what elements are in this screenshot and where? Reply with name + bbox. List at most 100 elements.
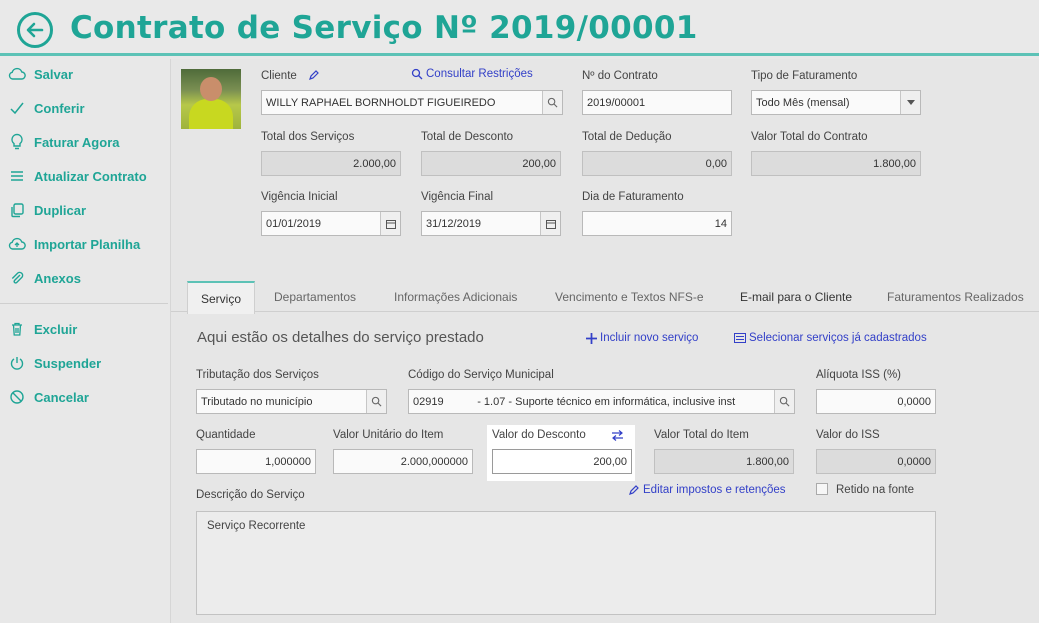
sidebar-item-label: Duplicar xyxy=(34,202,87,218)
sidebar-item-label: Conferir xyxy=(34,100,85,116)
dia-faturamento-label: Dia de Faturamento xyxy=(582,191,684,203)
tipo-faturamento-select[interactable]: Todo Mês (mensal) xyxy=(751,90,921,115)
sidebar-item-duplicar[interactable]: Duplicar xyxy=(0,197,168,223)
valor-iss-field: 0,0000 xyxy=(816,449,936,474)
tipo-faturamento-label: Tipo de Faturamento xyxy=(751,70,858,82)
cloud-upload-icon xyxy=(0,236,34,252)
power-icon xyxy=(0,355,34,371)
search-icon[interactable] xyxy=(774,390,794,413)
back-button[interactable] xyxy=(17,12,53,48)
tributacao-label: Tributação dos Serviços xyxy=(196,369,319,381)
trash-icon xyxy=(0,321,34,337)
tributacao-field[interactable]: Tributado no município xyxy=(196,389,387,414)
swap-icon[interactable] xyxy=(611,428,624,446)
section-title: Aqui estão os detalhes do serviço presta… xyxy=(197,329,484,346)
quantidade-label: Quantidade xyxy=(196,429,256,441)
total-desconto-label: Total de Desconto xyxy=(421,131,514,143)
dia-faturamento-field[interactable]: 14 xyxy=(582,211,732,236)
retido-fonte-checkbox[interactable] xyxy=(816,483,828,495)
incluir-servico-link[interactable]: Incluir novo serviço xyxy=(586,332,698,344)
tab-email-cliente[interactable]: E-mail para o Cliente xyxy=(740,281,852,312)
valor-unitario-label: Valor Unitário do Item xyxy=(333,429,444,441)
sidebar-item-label: Atualizar Contrato xyxy=(34,168,147,184)
check-icon xyxy=(0,101,34,115)
editar-impostos-link[interactable]: Editar impostos e retenções xyxy=(628,484,786,496)
total-deducao-label: Total de Dedução xyxy=(582,131,672,143)
tab-informacoes-adicionais[interactable]: Informações Adicionais xyxy=(394,281,517,312)
list-icon xyxy=(734,333,746,343)
sidebar-item-label: Importar Planilha xyxy=(34,236,141,252)
sidebar: Salvar Conferir Faturar Agora Atualizar … xyxy=(0,59,168,623)
paperclip-icon xyxy=(0,270,34,286)
tab-servico[interactable]: Serviço xyxy=(187,281,256,314)
total-deducao-field: 0,00 xyxy=(582,151,732,176)
valor-unitario-field[interactable]: 2.000,000000 xyxy=(333,449,473,474)
valor-total-contrato-label: Valor Total do Contrato xyxy=(751,131,868,143)
valor-total-item-field: 1.800,00 xyxy=(654,449,794,474)
avatar xyxy=(181,69,241,129)
sidebar-item-anexos[interactable]: Anexos xyxy=(0,265,168,291)
quantidade-field[interactable]: 1,000000 xyxy=(196,449,316,474)
codigo-servico-label: Código do Serviço Municipal xyxy=(408,369,554,381)
sidebar-item-atualizar-contrato[interactable]: Atualizar Contrato xyxy=(0,163,168,189)
aliquota-field[interactable]: 0,0000 xyxy=(816,389,936,414)
copy-icon xyxy=(0,202,34,218)
cliente-label: Cliente xyxy=(261,70,297,82)
sidebar-item-cancelar[interactable]: Cancelar xyxy=(0,384,168,410)
numero-contrato-label: Nº do Contrato xyxy=(582,70,658,82)
search-icon[interactable] xyxy=(542,91,562,114)
pencil-icon xyxy=(629,485,639,495)
sidebar-item-excluir[interactable]: Excluir xyxy=(0,316,168,342)
list-icon xyxy=(0,169,34,183)
sidebar-item-importar-planilha[interactable]: Importar Planilha xyxy=(0,231,168,257)
lightbulb-icon xyxy=(0,133,34,151)
valor-desconto-label: Valor do Desconto xyxy=(492,429,586,441)
search-icon[interactable] xyxy=(366,390,386,413)
consultar-restricoes-link[interactable]: Consultar Restrições xyxy=(411,68,533,80)
sidebar-item-label: Salvar xyxy=(34,66,74,82)
arrow-left-icon xyxy=(26,22,44,38)
sidebar-item-label: Anexos xyxy=(34,270,81,286)
tab-vencimento-textos[interactable]: Vencimento e Textos NFS-e xyxy=(555,281,704,312)
aliquota-label: Alíquota ISS (%) xyxy=(816,369,902,381)
vigencia-final-label: Vigência Final xyxy=(421,191,494,203)
descricao-label: Descrição do Serviço xyxy=(196,489,305,501)
valor-total-contrato-field: 1.800,00 xyxy=(751,151,921,176)
valor-total-item-label: Valor Total do Item xyxy=(654,429,749,441)
sidebar-item-suspender[interactable]: Suspender xyxy=(0,350,168,376)
sidebar-item-label: Cancelar xyxy=(34,389,89,405)
sidebar-item-conferir[interactable]: Conferir xyxy=(0,95,168,121)
sidebar-item-label: Suspender xyxy=(34,355,102,371)
pencil-icon[interactable] xyxy=(308,68,320,86)
sidebar-item-label: Faturar Agora xyxy=(34,134,120,150)
codigo-servico-field[interactable]: 02919 - 1.07 - Suporte técnico em inform… xyxy=(408,389,795,414)
total-servicos-field: 2.000,00 xyxy=(261,151,401,176)
cliente-field[interactable]: WILLY RAPHAEL BORNHOLDT FIGUEIREDO xyxy=(261,90,563,115)
numero-contrato-field[interactable]: 2019/00001 xyxy=(582,90,732,115)
sidebar-item-salvar[interactable]: Salvar xyxy=(0,61,168,87)
tab-faturamentos-realizados[interactable]: Faturamentos Realizados xyxy=(887,281,1024,312)
calendar-icon[interactable] xyxy=(540,212,560,235)
valor-desconto-field[interactable]: 200,00 xyxy=(492,449,632,474)
search-icon xyxy=(411,68,423,80)
descricao-textarea[interactable]: Serviço Recorrente xyxy=(196,511,936,615)
main-panel: Cliente Consultar Restrições Nº do Contr… xyxy=(170,59,1039,623)
page-title: Contrato de Serviço Nº 2019/00001 xyxy=(70,10,698,46)
ban-icon xyxy=(0,389,34,405)
valor-iss-label: Valor do ISS xyxy=(816,429,880,441)
calendar-icon[interactable] xyxy=(380,212,400,235)
sidebar-divider xyxy=(0,303,168,304)
vigencia-final-field[interactable]: 31/12/2019 xyxy=(421,211,561,236)
vigencia-inicial-field[interactable]: 01/01/2019 xyxy=(261,211,401,236)
tab-departamentos[interactable]: Departamentos xyxy=(274,281,356,312)
chevron-down-icon[interactable] xyxy=(900,91,920,114)
total-desconto-field: 200,00 xyxy=(421,151,561,176)
selecionar-servicos-link[interactable]: Selecionar serviços já cadastrados xyxy=(734,332,927,344)
sidebar-item-faturar-agora[interactable]: Faturar Agora xyxy=(0,129,168,155)
plus-icon xyxy=(586,332,597,344)
vigencia-inicial-label: Vigência Inicial xyxy=(261,191,338,203)
retido-fonte-label: Retido na fonte xyxy=(836,484,915,496)
cloud-icon xyxy=(0,67,34,81)
total-servicos-label: Total dos Serviços xyxy=(261,131,355,143)
sidebar-item-label: Excluir xyxy=(34,321,78,337)
